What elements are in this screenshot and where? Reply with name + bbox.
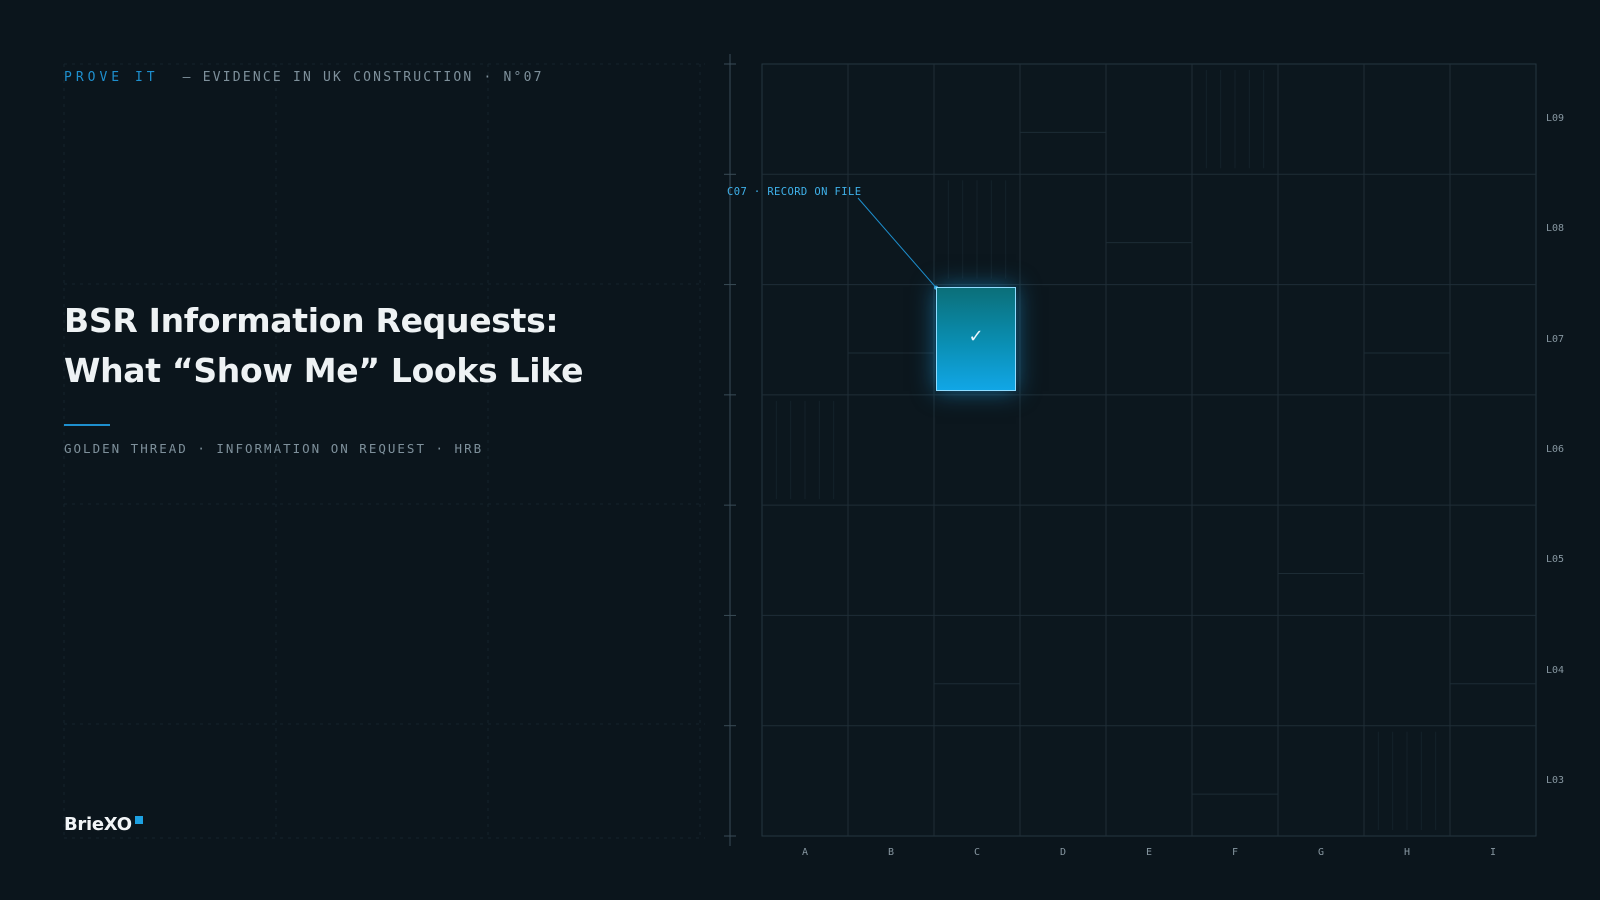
row-label: L07: [1546, 333, 1565, 345]
column-label: B: [887, 847, 895, 858]
row-label: L05: [1546, 554, 1565, 566]
location-grid: [724, 54, 1537, 846]
row-label: L06: [1546, 444, 1565, 455]
row-label: L04: [1546, 664, 1565, 676]
highlighted-cell[interactable]: ✓: [936, 287, 1016, 391]
cell-callout-label: C07 · RECORD ON FILE: [727, 186, 862, 198]
row-label: L08: [1546, 223, 1565, 235]
column-label: A: [801, 847, 809, 858]
checkmark-icon: ✓: [968, 326, 984, 347]
column-label: E: [1145, 847, 1153, 858]
column-label: H: [1403, 847, 1411, 858]
column-label: D: [1059, 847, 1067, 858]
column-label: I: [1489, 847, 1497, 858]
column-label: C: [973, 847, 981, 858]
row-label: L03: [1546, 774, 1565, 786]
grid-frame: [761, 63, 1537, 837]
column-label: F: [1231, 847, 1239, 858]
row-label: L09: [1546, 113, 1565, 125]
column-label: G: [1317, 847, 1325, 858]
